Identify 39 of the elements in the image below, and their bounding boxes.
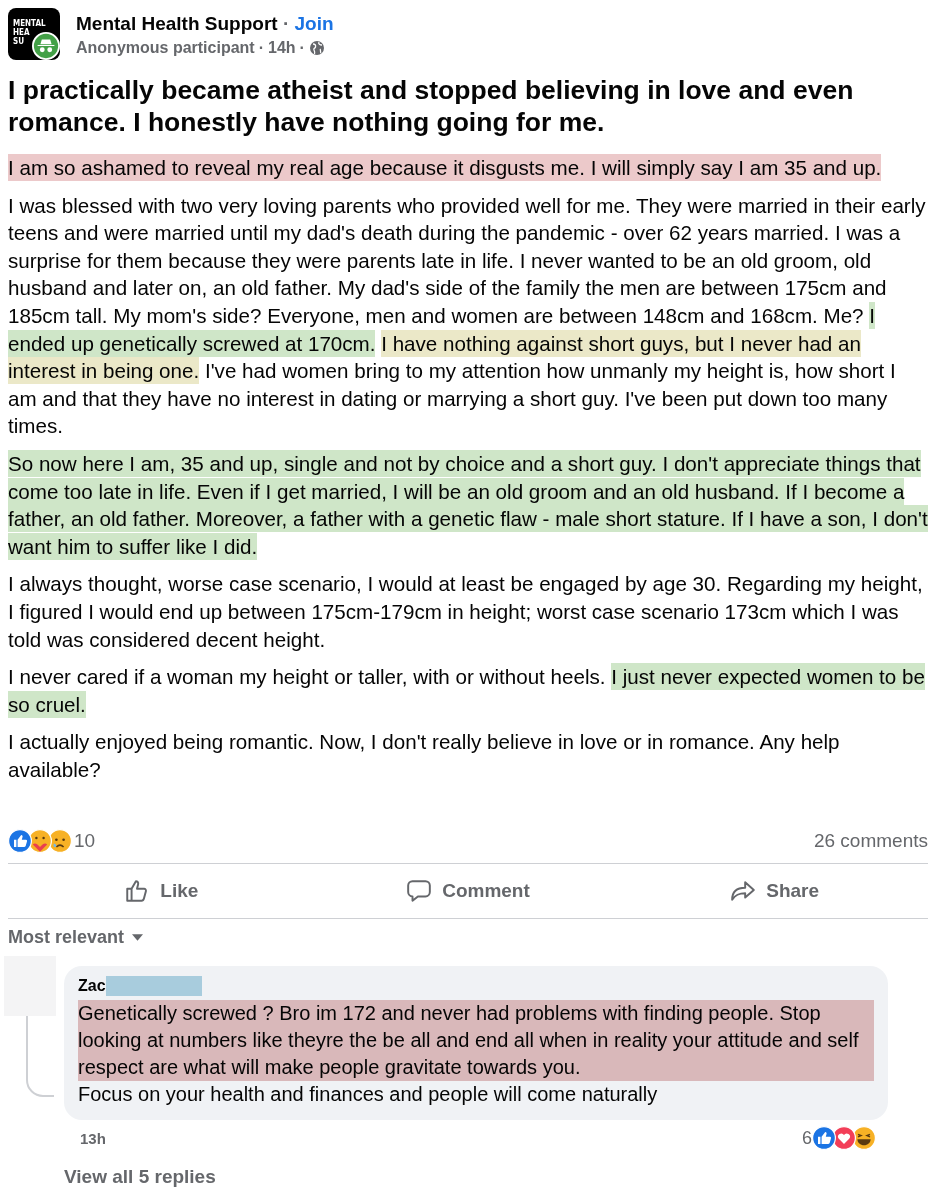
post-time[interactable]: 14h xyxy=(268,39,296,57)
comment-button[interactable]: Comment xyxy=(314,864,622,919)
post-paragraph: I actually enjoyed being romantic. Now, I don't really believe in love or in romance. Any help available? xyxy=(8,729,841,783)
post-paragraph: So now here I am, 35 and up, single and not by choice and a short guy. I don't appreciate things that come too late in life. Even if I get married, I will be an old groom and an old husband. If I become a father, an old father. Moreover, a father with a genetic flaw - male short stature. If I have a son, I don't want him to suffer like I did. xyxy=(8,449,928,561)
sort-dropdown[interactable]: Most relevant xyxy=(8,927,144,949)
group-name[interactable]: Mental Health Support xyxy=(76,13,278,34)
avatar-placeholder xyxy=(4,956,56,1017)
post-paragraph: I was blessed with two very loving parents who provided well for me. They were married in their early teens and were married until my dad's death during the pandemic - over 62 years married. I was a surprise for them because they were parents late in life. I never wanted to be an old groom, old husband and later on, an old father. My dad's side of the family the men are between 175cm and 185cm tall. My mom's side? Everyone, men and women are between 148cm and 168cm. Me? I ended up genetically screwed at 170cm. I have nothing against short guys, but I never had an interest in being one. I've had women bring to my attention how unmanly my height is, how short I am and that they have no interest in dating or marrying a short guy. I've been put down too many times. xyxy=(8,192,927,440)
group-logo[interactable]: MENTAL HEA SU xyxy=(8,8,60,60)
view-replies-link[interactable]: View all 5 replies xyxy=(64,1166,888,1189)
laughing-face-icon xyxy=(852,1126,876,1151)
like-reaction-icon xyxy=(8,829,32,854)
post-title: I practically became atheist and stopped believing in love and even romance. I honestly have nothing going for me. xyxy=(8,74,855,138)
post-paragraph: I never cared if a woman my height or taller, with or without heels. I just never expected women to be so cruel. xyxy=(8,663,926,719)
sad-face-icon xyxy=(48,829,72,854)
commenter-name[interactable]: Zac xyxy=(78,977,106,996)
author-name: Anonymous participant xyxy=(76,39,255,57)
separator-dot: · xyxy=(299,39,305,57)
post-paragraph: I am so ashamed to reveal my real age because it disgusts me. I will simply say I am 35 and up. xyxy=(8,154,883,182)
separator-dot: · xyxy=(282,13,290,34)
logo-text: HEA xyxy=(13,28,30,37)
separator-dot: · xyxy=(258,39,264,57)
comment-reaction-count[interactable]: 6 xyxy=(802,1127,812,1149)
reaction-count[interactable]: 10 xyxy=(74,830,96,853)
logo-text: MENTAL xyxy=(13,19,46,28)
logo-text: SU xyxy=(13,37,25,46)
join-link[interactable]: Join xyxy=(294,13,334,34)
post-paragraph: I always thought, worse case scenario, I would at least be engaged by age 30. Regarding my height, I figured I would end up between 175cm-179cm in height; worst case scenario 173cm which I was told was considered decent height. xyxy=(8,571,924,653)
globe-icon xyxy=(308,40,325,56)
share-button[interactable]: Share xyxy=(621,864,928,919)
hugging-face-icon xyxy=(28,829,52,854)
incognito-badge-icon xyxy=(32,32,60,60)
speech-bubble-icon xyxy=(406,878,433,905)
comments-count[interactable]: 26 comments xyxy=(813,830,928,853)
heart-reaction-icon xyxy=(832,1126,856,1151)
caret-icon xyxy=(132,934,144,942)
like-reaction-icon xyxy=(812,1126,836,1151)
like-button[interactable]: Like xyxy=(8,864,315,919)
comment-time[interactable]: 13h xyxy=(80,1129,106,1147)
